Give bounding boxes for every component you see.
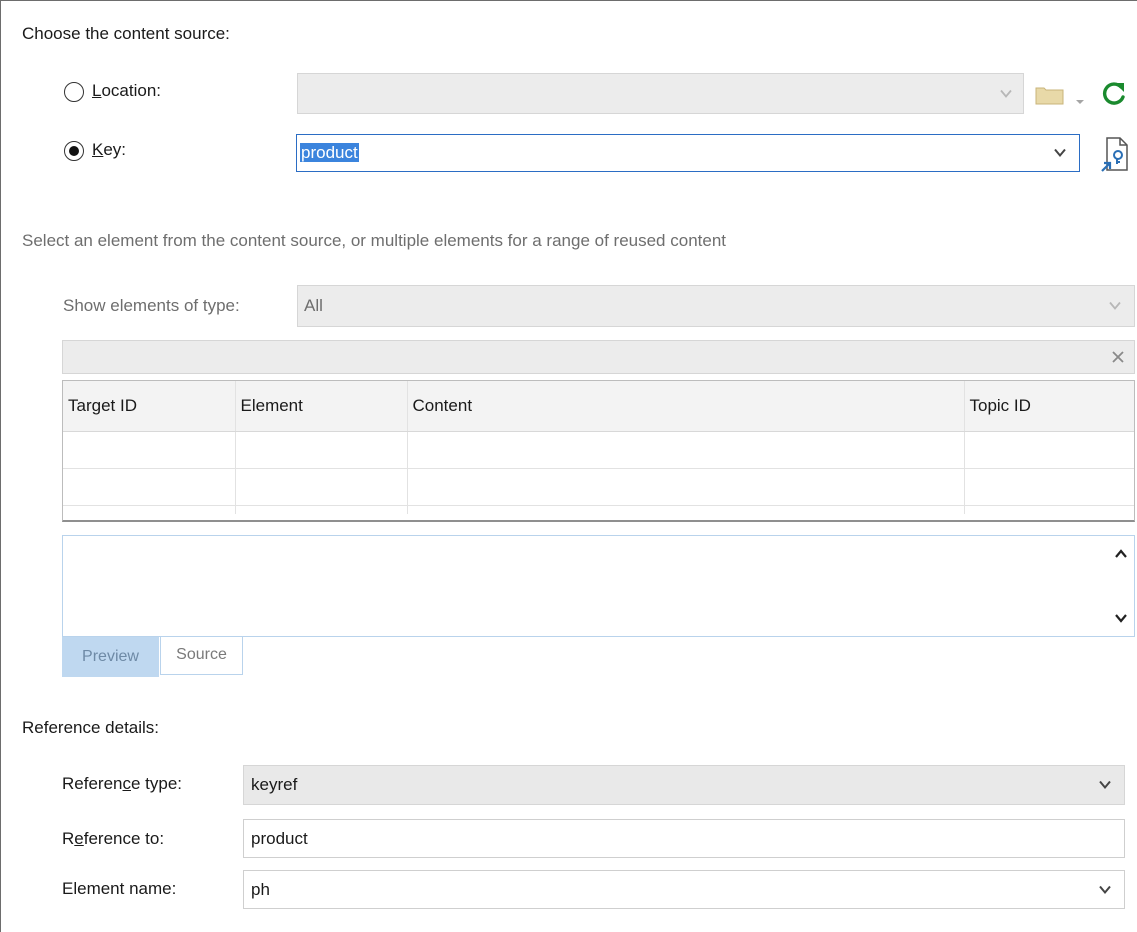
window-border-left — [0, 0, 1, 932]
scroll-up-icon[interactable] — [1114, 544, 1128, 564]
reference-type-value: keyref — [251, 775, 298, 794]
element-name-label: Element name: — [62, 879, 177, 898]
reference-to-value[interactable]: product — [251, 829, 308, 849]
location-combo — [297, 73, 1024, 114]
window-border-top — [0, 0, 1137, 1]
select-element-instruction: Select an element from the content sourc… — [22, 231, 726, 250]
reference-to-field[interactable]: product — [243, 819, 1125, 858]
chevron-down-icon[interactable] — [1098, 780, 1112, 790]
table-row[interactable] — [63, 505, 1134, 514]
chevron-down-icon — [999, 89, 1013, 98]
column-header-topic-id[interactable]: Topic ID — [964, 381, 1134, 432]
reference-to-label: Reference to: — [62, 829, 165, 848]
clear-icon[interactable] — [1110, 349, 1126, 365]
table-row[interactable] — [63, 431, 1134, 469]
element-name-combo[interactable]: ph — [243, 870, 1125, 909]
refresh-icon[interactable] — [1100, 80, 1128, 113]
key-combo[interactable]: product — [296, 134, 1080, 172]
tab-preview[interactable]: Preview — [62, 637, 159, 677]
tab-source[interactable]: Source — [160, 637, 243, 675]
preview-pane[interactable] — [62, 535, 1135, 637]
column-header-target-id[interactable]: Target ID — [63, 381, 236, 432]
chevron-down-icon — [1108, 301, 1122, 311]
key-reference-icon[interactable] — [1100, 136, 1130, 177]
location-label: Location: — [92, 81, 162, 100]
content-source-heading: Choose the content source: — [22, 24, 230, 43]
reference-details-heading: Reference details: — [22, 718, 160, 737]
key-label: Key: — [92, 140, 127, 159]
key-radio[interactable] — [64, 141, 84, 161]
folder-icon[interactable] — [1035, 85, 1065, 110]
element-name-value[interactable]: ph — [251, 880, 270, 900]
column-header-element[interactable]: Element — [235, 381, 408, 432]
location-radio[interactable] — [64, 82, 84, 102]
reference-type-label: Reference type: — [62, 774, 183, 793]
scroll-down-icon[interactable] — [1114, 608, 1128, 628]
show-elements-value: All — [304, 296, 323, 315]
chevron-down-icon[interactable] — [1053, 148, 1067, 158]
key-input[interactable]: product — [300, 143, 359, 162]
column-header-content[interactable]: Content — [407, 381, 965, 432]
folder-dropdown-icon[interactable] — [1075, 90, 1085, 110]
show-elements-label: Show elements of type: — [63, 296, 240, 315]
filter-input[interactable] — [62, 340, 1135, 374]
elements-table[interactable]: Target ID Element Content Topic ID — [62, 380, 1135, 522]
table-header-row: Target ID Element Content Topic ID — [63, 381, 1134, 432]
show-elements-combo: All — [297, 285, 1135, 327]
chevron-down-icon[interactable] — [1098, 885, 1112, 894]
table-row[interactable] — [63, 468, 1134, 506]
reference-type-select[interactable]: keyref — [243, 765, 1125, 805]
